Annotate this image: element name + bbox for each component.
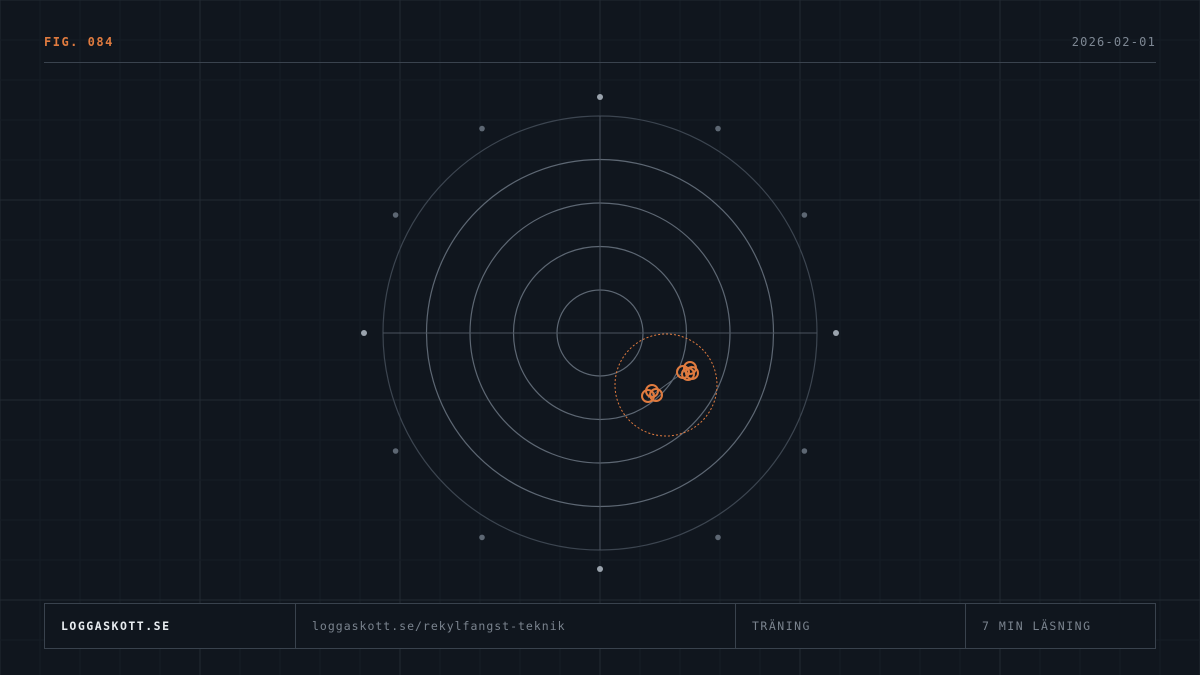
- clock-marker: [361, 330, 367, 336]
- clock-marker: [715, 534, 721, 541]
- clock-marker: [392, 212, 399, 218]
- footer-site-name[interactable]: LOGGASKOTT.SE: [45, 604, 296, 648]
- target-diagram: [361, 94, 839, 572]
- clock-marker: [597, 566, 603, 572]
- clock-marker: [392, 448, 399, 454]
- clock-marker: [801, 448, 808, 454]
- clock-marker: [801, 212, 808, 218]
- footer-url[interactable]: loggaskott.se/rekylfangst-teknik: [296, 604, 736, 648]
- clock-marker: [479, 125, 485, 132]
- footer-bar: LOGGASKOTT.SE loggaskott.se/rekylfangst-…: [44, 603, 1156, 649]
- footer-category: TRÄNING: [736, 604, 966, 648]
- footer-reading-time: 7 MIN LÄSNING: [982, 619, 1092, 633]
- clock-marker: [597, 94, 603, 100]
- clock-marker: [479, 534, 485, 541]
- clock-marker: [833, 330, 839, 336]
- clock-marker: [715, 125, 721, 132]
